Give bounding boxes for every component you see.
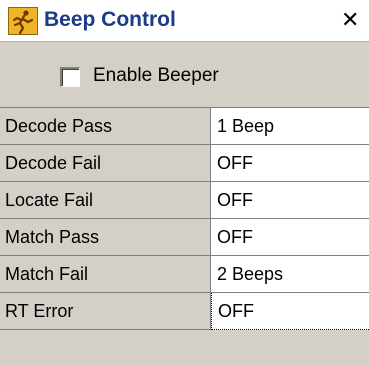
property-value-cell[interactable]: OFF [211,145,369,182]
property-name-cell[interactable]: Locate Fail [0,182,211,219]
enable-beeper-checkbox[interactable] [60,67,80,87]
enable-beeper-label[interactable]: Enable Beeper [93,65,219,87]
window-title: Beep Control [44,8,176,31]
property-value-cell[interactable]: OFF [211,219,369,256]
title-bar: Beep Control ✕ [0,0,369,42]
grid-row-decode-fail: Decode Fail OFF [0,145,369,182]
property-value-cell[interactable]: 1 Beep [211,108,369,145]
property-name-cell[interactable]: Match Pass [0,219,211,256]
property-name-cell[interactable]: Match Fail [0,256,211,293]
enable-beeper-row: Enable Beeper [0,43,369,107]
property-name-cell[interactable]: Decode Pass [0,108,211,145]
property-value-cell[interactable]: OFF [211,182,369,219]
beep-settings-grid: Decode Pass 1 Beep Decode Fail OFF Locat… [0,107,369,366]
grid-row-locate-fail: Locate Fail OFF [0,182,369,219]
grid-row-match-pass: Match Pass OFF [0,219,369,256]
running-figure-icon [8,7,38,35]
property-value-cell[interactable]: OFF [211,293,369,330]
grid-row-match-fail: Match Fail 2 Beeps [0,256,369,293]
running-figure-icon-graphic [12,10,34,34]
property-value-cell[interactable]: 2 Beeps [211,256,369,293]
grid-row-rt-error: RT Error OFF [0,293,369,330]
beep-control-window: Beep Control ✕ Enable Beeper Decode Pass… [0,0,369,366]
property-name-cell[interactable]: Decode Fail [0,145,211,182]
close-icon[interactable]: ✕ [341,9,369,33]
property-name-cell[interactable]: RT Error [0,293,211,330]
grid-row-decode-pass: Decode Pass 1 Beep [0,108,369,145]
